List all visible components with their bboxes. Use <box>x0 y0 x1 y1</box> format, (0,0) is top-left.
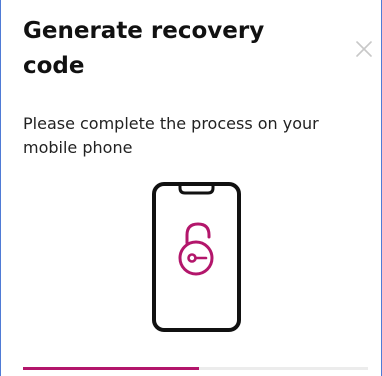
instruction-message: Please complete the process on your mobi… <box>23 114 319 157</box>
close-icon[interactable] <box>354 39 374 59</box>
recovery-code-dialog: Generate recovery code Please complete t… <box>0 0 382 376</box>
progress-bar-fill <box>23 367 199 370</box>
dialog-title: Generate recovery code <box>23 18 265 79</box>
phone-lock-icon <box>151 181 242 333</box>
progress-bar <box>23 367 368 370</box>
close-icon-glyph <box>356 41 372 57</box>
